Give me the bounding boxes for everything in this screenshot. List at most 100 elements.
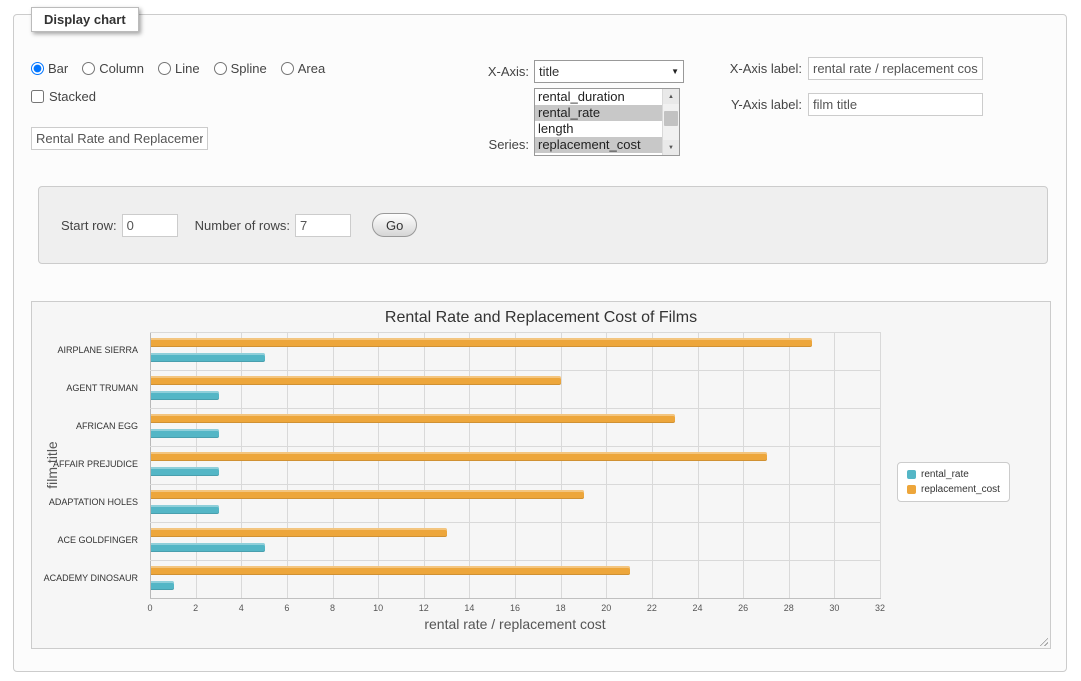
- gridline-vertical: [652, 332, 653, 598]
- gridline-vertical: [743, 332, 744, 598]
- chart-type-radio-bar[interactable]: [31, 62, 44, 75]
- x-tick-label: 32: [860, 603, 900, 613]
- bar-replacement_cost: [151, 528, 447, 537]
- bar-replacement_cost: [151, 490, 584, 499]
- go-button[interactable]: Go: [372, 213, 417, 237]
- gridline-horizontal: [150, 484, 881, 485]
- gridline-horizontal: [150, 332, 881, 333]
- bar-rental_rate: [151, 391, 219, 400]
- stacked-label: Stacked: [49, 89, 96, 104]
- bar-replacement_cost: [151, 338, 812, 347]
- gridline-horizontal: [150, 408, 881, 409]
- start-row-label: Start row:: [61, 218, 117, 233]
- bar-replacement_cost: [151, 376, 561, 385]
- x-tick-label: 14: [449, 603, 489, 613]
- bar-rental_rate: [151, 429, 219, 438]
- series-option-length[interactable]: length: [535, 121, 662, 137]
- x-axis-caption: X-Axis:: [394, 64, 529, 79]
- gridline-vertical: [150, 332, 151, 598]
- display-chart-panel: Display chart BarColumnLineSplineArea St…: [13, 14, 1067, 672]
- y-axis-label-row: Y-Axis label:: [634, 93, 983, 116]
- gridline-vertical: [834, 332, 835, 598]
- series-caption: Series:: [394, 137, 529, 152]
- x-tick-label: 6: [267, 603, 307, 613]
- gridline-vertical: [378, 332, 379, 598]
- x-tick-label: 16: [495, 603, 535, 613]
- gridline-vertical: [241, 332, 242, 598]
- chart-type-label: Spline: [231, 61, 267, 76]
- x-tick-label: 26: [723, 603, 763, 613]
- x-tick-label: 8: [313, 603, 353, 613]
- scroll-down-icon[interactable]: ▼: [663, 140, 679, 155]
- chart-type-label: Line: [175, 61, 200, 76]
- chart-type-radios: Bar Column Line Spline Area: [31, 61, 339, 76]
- chart-type-option-bar[interactable]: Bar: [31, 61, 68, 76]
- display-chart-legend: Display chart: [31, 7, 139, 32]
- chart-x-axis-title: rental rate / replacement cost: [150, 616, 880, 632]
- chart-type-label: Area: [298, 61, 325, 76]
- chart-resize-handle[interactable]: [1037, 635, 1048, 646]
- legend-label: replacement_cost: [921, 484, 1000, 495]
- bar-rental_rate: [151, 543, 265, 552]
- gridline-horizontal: [150, 446, 881, 447]
- x-axis-label-row: X-Axis label:: [634, 57, 983, 80]
- gridline-vertical: [561, 332, 562, 598]
- gridline-vertical: [880, 332, 881, 598]
- bar-rental_rate: [151, 467, 219, 476]
- bar-replacement_cost: [151, 414, 675, 423]
- chart-title-input[interactable]: [31, 127, 208, 150]
- chart-type-option-spline[interactable]: Spline: [214, 61, 267, 76]
- chart-type-label: Column: [99, 61, 144, 76]
- x-tick-label: 12: [404, 603, 444, 613]
- bar-rental_rate: [151, 353, 265, 362]
- chart: Rental Rate and Replacement Cost of Film…: [31, 301, 1051, 649]
- x-tick-label: 22: [632, 603, 672, 613]
- gridline-vertical: [698, 332, 699, 598]
- num-rows-label: Number of rows:: [195, 218, 290, 233]
- legend-swatch-rental_rate: [907, 470, 916, 479]
- series-option-replacement_cost[interactable]: replacement_cost: [535, 137, 662, 153]
- gridline-horizontal: [150, 560, 881, 561]
- gridline-horizontal: [150, 598, 881, 599]
- x-tick-label: 20: [586, 603, 626, 613]
- num-rows-input[interactable]: [295, 214, 351, 237]
- gridline-vertical: [789, 332, 790, 598]
- chart-type-radio-spline[interactable]: [214, 62, 227, 75]
- gridline-vertical: [196, 332, 197, 598]
- legend-item-rental_rate[interactable]: rental_rate: [907, 469, 1000, 480]
- gridline-horizontal: [150, 522, 881, 523]
- x-tick-label: 28: [769, 603, 809, 613]
- x-tick-label: 4: [221, 603, 261, 613]
- legend-swatch-replacement_cost: [907, 485, 916, 494]
- x-axis-label-caption: X-Axis label:: [634, 61, 802, 76]
- y-axis-label-input[interactable]: [808, 93, 983, 116]
- x-tick-label: 24: [678, 603, 718, 613]
- start-row-input[interactable]: [122, 214, 178, 237]
- bar-replacement_cost: [151, 452, 767, 461]
- chart-type-option-column[interactable]: Column: [82, 61, 144, 76]
- chart-type-option-line[interactable]: Line: [158, 61, 200, 76]
- chart-title: Rental Rate and Replacement Cost of Film…: [32, 309, 1050, 327]
- gridline-horizontal: [150, 370, 881, 371]
- chart-type-radio-area[interactable]: [281, 62, 294, 75]
- chart-y-axis-title: film title: [44, 332, 60, 598]
- gridline-vertical: [606, 332, 607, 598]
- y-axis-label-caption: Y-Axis label:: [634, 97, 802, 112]
- chart-type-radio-line[interactable]: [158, 62, 171, 75]
- bar-rental_rate: [151, 505, 219, 514]
- gridline-vertical: [515, 332, 516, 598]
- gridline-vertical: [333, 332, 334, 598]
- x-tick-label: 18: [541, 603, 581, 613]
- chart-legend: rental_rate replacement_cost: [897, 462, 1010, 502]
- gridline-vertical: [469, 332, 470, 598]
- chart-type-option-area[interactable]: Area: [281, 61, 325, 76]
- stacked-checkbox[interactable]: [31, 90, 44, 103]
- bar-replacement_cost: [151, 566, 630, 575]
- legend-item-replacement_cost[interactable]: replacement_cost: [907, 484, 1000, 495]
- x-axis-label-input[interactable]: [808, 57, 983, 80]
- chart-type-radio-column[interactable]: [82, 62, 95, 75]
- legend-label: rental_rate: [921, 469, 969, 480]
- x-tick-label: 30: [814, 603, 854, 613]
- stacked-option[interactable]: Stacked: [31, 89, 96, 104]
- x-tick-label: 0: [130, 603, 170, 613]
